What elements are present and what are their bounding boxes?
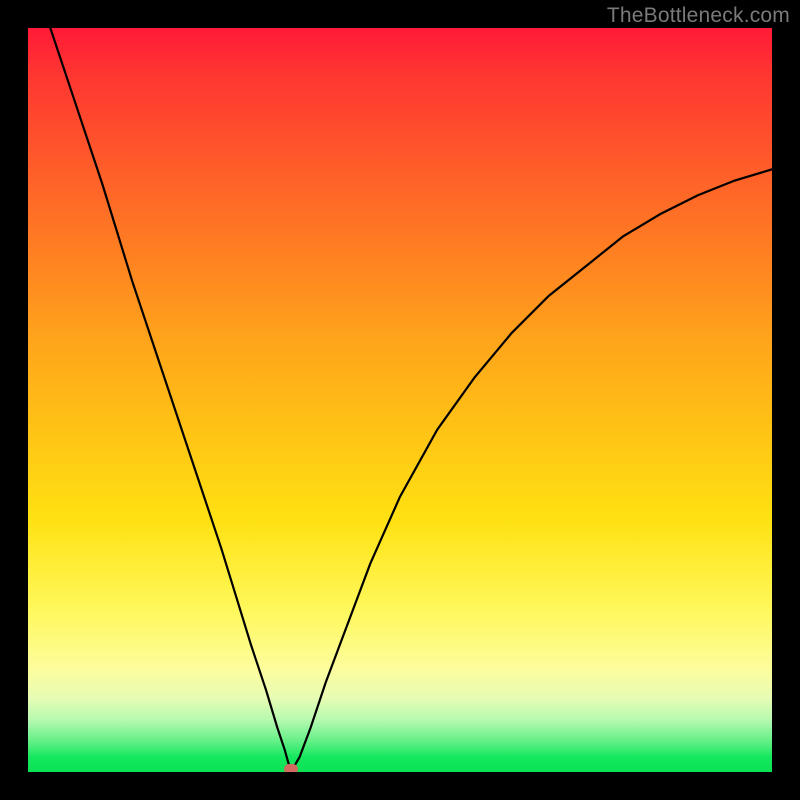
curve-svg xyxy=(28,28,772,772)
chart-frame: TheBottleneck.com xyxy=(0,0,800,800)
bottleneck-curve-left xyxy=(50,28,292,770)
optimal-point-marker xyxy=(284,764,298,772)
plot-area xyxy=(28,28,772,772)
watermark-text: TheBottleneck.com xyxy=(607,4,790,28)
bottleneck-curve-right xyxy=(292,169,772,769)
